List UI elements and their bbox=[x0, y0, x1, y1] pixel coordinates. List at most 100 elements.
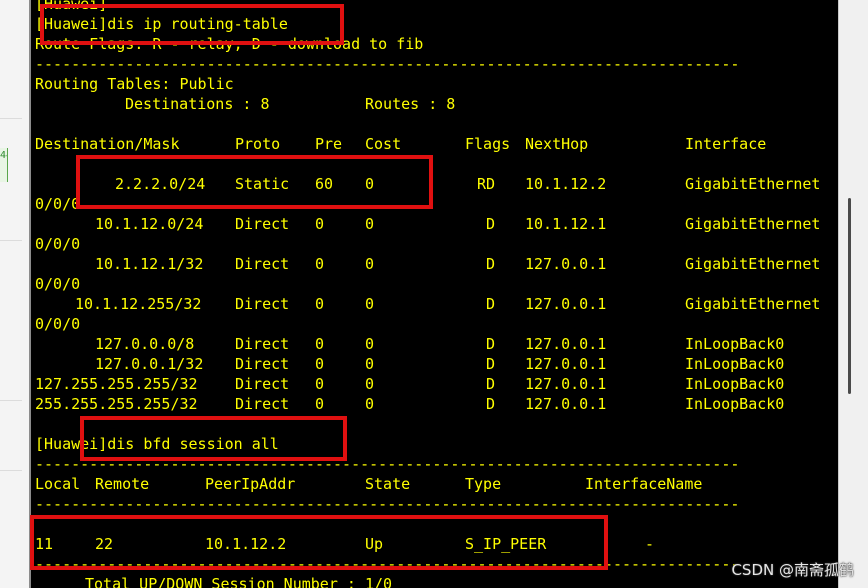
route-nexthop: 10.1.12.2 bbox=[525, 175, 607, 193]
divider bbox=[0, 240, 22, 241]
command-routing-table: [Huawei]dis ip routing-table bbox=[35, 15, 288, 33]
route-destination: 255.255.255.255/32 bbox=[35, 395, 198, 413]
route-flags: D bbox=[485, 335, 495, 353]
route-interface: GigabitEthernet bbox=[685, 255, 821, 273]
route-nexthop: 127.0.0.1 bbox=[525, 255, 607, 273]
route-flags: D bbox=[485, 215, 495, 233]
host-window-left-strip: 44 bbox=[0, 0, 30, 588]
dash-separator: ----------------------------------------… bbox=[35, 495, 740, 513]
route-row: 127.255.255.255/32 Direct 0 0 127.0.0.1 InLoo… bbox=[35, 374, 838, 394]
route-interface: GigabitEthernet bbox=[685, 295, 821, 313]
route-row: 127.0.0.1/32 Direct 0 0 127.0.0.1 InLoopBack0… bbox=[35, 354, 838, 374]
route-nexthop: 10.1.12.1 bbox=[525, 215, 607, 233]
vertical-scrollbar[interactable] bbox=[838, 0, 868, 588]
bfd-header-state: State bbox=[365, 475, 411, 493]
route-interface-wrap: 0/0/0 bbox=[35, 275, 81, 293]
route-pre: 0 bbox=[315, 215, 325, 233]
route-pre: 0 bbox=[315, 255, 325, 273]
route-proto: Static bbox=[235, 175, 290, 193]
route-nexthop: 127.0.0.1 bbox=[525, 295, 607, 313]
bfd-interface: - bbox=[645, 535, 655, 553]
route-row: 10.1.12.1/32 Direct 0 0 127.0.0.1 GigabitEthe… bbox=[35, 254, 838, 274]
route-proto: Direct bbox=[235, 215, 290, 233]
route-flags: RD bbox=[476, 175, 495, 193]
route-proto: Direct bbox=[235, 375, 290, 393]
bfd-table-header: Local Remote PeerIpAddr State Type Inter… bbox=[35, 474, 835, 494]
dash-separator: ----------------------------------------… bbox=[35, 555, 740, 573]
scrollbar-thumb[interactable] bbox=[848, 198, 851, 394]
divider bbox=[0, 118, 22, 119]
divider bbox=[0, 470, 22, 471]
route-pre: 60 bbox=[315, 175, 334, 193]
route-interface: InLoopBack0 bbox=[685, 395, 785, 413]
watermark: CSDN @南斋孤鹤 bbox=[731, 561, 854, 579]
header-pre: Pre bbox=[315, 135, 343, 153]
route-row: 2.2.2.0/24 Static 60 0 10.1.12.2 GigabitEther… bbox=[35, 174, 838, 194]
route-interface-wrap: 0/0/0 bbox=[35, 195, 81, 213]
route-cost: 0 bbox=[365, 255, 375, 273]
screenshot: 44 [Huawei] [Huawei]dis ip routing-table… bbox=[0, 0, 868, 588]
routes-count: Routes : 8 bbox=[365, 95, 456, 113]
dash-separator: ----------------------------------------… bbox=[35, 455, 740, 473]
route-proto: Direct bbox=[235, 295, 290, 313]
header-interface: Interface bbox=[685, 135, 767, 153]
route-nexthop: 127.0.0.1 bbox=[525, 355, 607, 373]
bfd-header-remote: Remote bbox=[95, 475, 150, 493]
bfd-peer-ip: 10.1.12.2 bbox=[205, 535, 287, 553]
bfd-type: S_IP_PEER bbox=[465, 535, 547, 553]
route-destination: 10.1.12.1/32 bbox=[95, 255, 204, 273]
bfd-remote: 22 bbox=[95, 535, 114, 553]
bfd-local: 11 bbox=[35, 535, 54, 553]
route-row: 10.1.12.0/24 Direct 0 0 10.1.12.1 GigabitEthe… bbox=[35, 214, 838, 234]
bfd-header-type: Type bbox=[465, 475, 502, 493]
route-flags-line: Route Flags: R - relay, D - download to … bbox=[35, 35, 424, 53]
route-interface: InLoopBack0 bbox=[685, 375, 785, 393]
route-proto: Direct bbox=[235, 395, 290, 413]
route-interface: GigabitEthernet bbox=[685, 175, 821, 193]
route-nexthop: 127.0.0.1 bbox=[525, 395, 607, 413]
terminal-window[interactable]: [Huawei] [Huawei]dis ip routing-table Ro… bbox=[31, 0, 838, 588]
left-marker: 44 bbox=[0, 148, 8, 182]
route-flags: D bbox=[485, 355, 495, 373]
route-interface: GigabitEthernet bbox=[685, 215, 821, 233]
route-flags: D bbox=[485, 255, 495, 273]
total-session-line: Total UP/DOWN Session Number : 1/0 bbox=[85, 575, 393, 588]
route-table-header: Destination/Mask Proto Pre Cost Flags Ne… bbox=[35, 134, 835, 154]
command-bfd-session: [Huawei]dis bfd session all bbox=[35, 435, 279, 453]
route-destination: 10.1.12.255/32 bbox=[75, 295, 202, 313]
route-destination: 127.0.0.0/8 bbox=[95, 335, 195, 353]
route-flags: D bbox=[485, 375, 495, 393]
route-cost: 0 bbox=[365, 355, 375, 373]
route-destination: 2.2.2.0/24 bbox=[115, 175, 206, 193]
route-pre: 0 bbox=[315, 395, 325, 413]
route-row: 10.1.12.255/32 Direct 0 0 127.0.0.1 GigabitEt… bbox=[35, 294, 838, 314]
bfd-header-peer: PeerIpAddr bbox=[205, 475, 296, 493]
route-pre: 0 bbox=[315, 335, 325, 353]
route-flags: D bbox=[485, 395, 495, 413]
bfd-header-interface: InterfaceName bbox=[585, 475, 703, 493]
dash-separator: ----------------------------------------… bbox=[35, 55, 740, 73]
route-cost: 0 bbox=[365, 375, 375, 393]
route-nexthop: 127.0.0.1 bbox=[525, 375, 607, 393]
route-pre: 0 bbox=[315, 295, 325, 313]
header-destination: Destination/Mask bbox=[35, 135, 180, 153]
routing-tables-line: Routing Tables: Public bbox=[35, 75, 234, 93]
bfd-header-local: Local bbox=[35, 475, 81, 493]
route-proto: Direct bbox=[235, 335, 290, 353]
route-interface-wrap: 0/0/0 bbox=[35, 235, 81, 253]
bfd-session-row: 11 22 10.1.12.2 Up S_IP_PEER - bbox=[35, 534, 835, 554]
route-pre: 0 bbox=[315, 375, 325, 393]
route-interface: InLoopBack0 bbox=[685, 335, 785, 353]
divider bbox=[0, 400, 22, 401]
route-destination: 127.255.255.255/32 bbox=[35, 375, 198, 393]
route-interface: InLoopBack0 bbox=[685, 355, 785, 373]
route-row: 255.255.255.255/32 Direct 0 0 127.0.0.1 InLoo… bbox=[35, 394, 838, 414]
route-cost: 0 bbox=[365, 175, 375, 193]
route-proto: Direct bbox=[235, 255, 290, 273]
route-cost: 0 bbox=[365, 215, 375, 233]
header-cost: Cost bbox=[365, 135, 402, 153]
header-proto: Proto bbox=[235, 135, 281, 153]
route-cost: 0 bbox=[365, 335, 375, 353]
route-nexthop: 127.0.0.1 bbox=[525, 335, 607, 353]
route-cost: 0 bbox=[365, 295, 375, 313]
